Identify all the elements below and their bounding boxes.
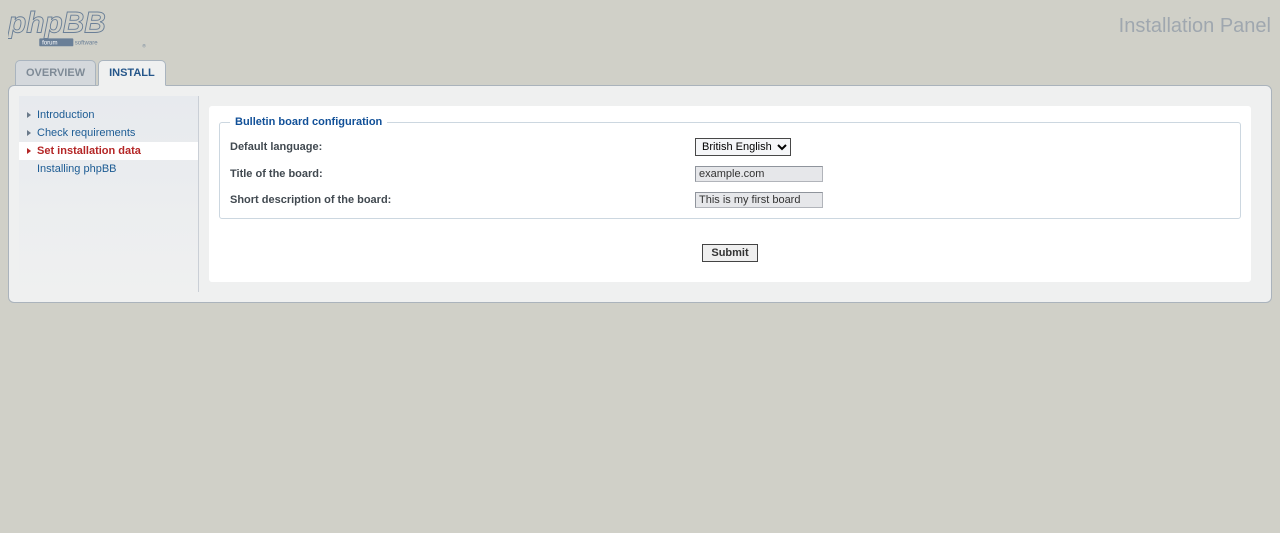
phpbb-logo: phpBB forum software ®	[8, 5, 148, 56]
submit-button[interactable]: Submit	[702, 244, 757, 262]
chevron-right-icon	[27, 112, 31, 118]
sidebar-item-label: Introduction	[37, 107, 94, 123]
svg-text:®: ®	[142, 43, 146, 49]
sidebar-item-check-requirements[interactable]: Check requirements	[19, 124, 198, 142]
sidebar-item-set-installation-data[interactable]: Set installation data	[19, 142, 198, 160]
tab-install[interactable]: INSTALL	[98, 60, 166, 86]
sidebar-item-installing-phpbb[interactable]: Installing phpBB	[19, 160, 198, 178]
sidebar-item-introduction[interactable]: Introduction	[19, 106, 198, 124]
sidebar-item-label: Installing phpBB	[37, 161, 117, 177]
board-title-label: Title of the board:	[230, 168, 695, 180]
svg-text:forum: forum	[42, 40, 57, 46]
tab-overview[interactable]: OVERVIEW	[15, 60, 96, 85]
board-description-input[interactable]	[695, 192, 823, 208]
board-title-input[interactable]	[695, 166, 823, 182]
sidebar-item-label: Set installation data	[37, 143, 141, 159]
chevron-right-icon	[27, 130, 31, 136]
board-description-label: Short description of the board:	[230, 194, 695, 206]
page-title: Installation Panel	[1119, 15, 1271, 38]
sidebar-item-label: Check requirements	[37, 125, 135, 141]
fieldset-legend: Bulletin board configuration	[230, 116, 387, 128]
chevron-right-icon	[27, 148, 31, 154]
svg-text:software: software	[75, 40, 98, 46]
default-language-label: Default language:	[230, 141, 695, 153]
sidebar: Introduction Check requirements Set inst…	[19, 96, 199, 292]
svg-text:phpBB: phpBB	[8, 7, 106, 40]
default-language-select[interactable]: British English	[695, 138, 791, 156]
board-config-fieldset: Bulletin board configuration Default lan…	[219, 116, 1241, 219]
